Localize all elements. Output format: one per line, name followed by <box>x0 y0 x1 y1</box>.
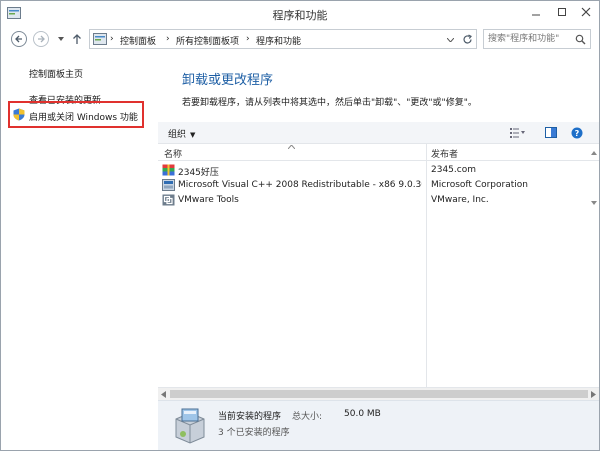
address-bar: › 控制面板 › 所有控制面板项 › 程序和功能 <box>1 27 599 51</box>
organize-label: 组织 <box>168 130 187 140</box>
details-title: 当前安装的程序 <box>218 412 282 422</box>
chevron-down-icon: ▼ <box>190 131 196 139</box>
programs-window: 程序和功能 › 控制面板 › 所有控制面板项 › 程序和功能 搜索"程序和功能"… <box>0 0 600 451</box>
help-icon[interactable]: ? <box>571 127 583 139</box>
program-publisher: Microsoft Corporation <box>431 180 528 190</box>
installer-icon <box>162 179 175 191</box>
preview-pane-icon[interactable] <box>545 127 557 138</box>
vmware-icon <box>162 194 175 206</box>
breadcrumb-separator: › <box>110 34 114 44</box>
close-icon <box>581 7 591 17</box>
breadcrumb-all-items[interactable]: 所有控制面板项 <box>176 34 239 47</box>
page-description: 若要卸载程序，请从列表中将其选中，然后单击"卸载"、"更改"或"修复"。 <box>182 98 477 108</box>
details-pane: 当前安装的程序 总大小: 50.0 MB 3 个已安装的程序 <box>158 400 599 450</box>
address-dropdown-icon[interactable] <box>447 38 454 42</box>
column-header-publisher[interactable]: 发布者 <box>431 147 458 160</box>
column-header-name[interactable]: 名称 <box>164 147 182 160</box>
content-pane: 卸载或更改程序 若要卸载程序，请从列表中将其选中，然后单击"卸载"、"更改"或"… <box>158 52 599 450</box>
title-bar: 程序和功能 <box>1 1 599 26</box>
details-size-label: 总大小: <box>292 412 323 422</box>
details-count: 3 个已安装的程序 <box>218 428 290 438</box>
breadcrumb-programs[interactable]: 程序和功能 <box>256 34 301 47</box>
program-publisher: 2345.com <box>431 165 476 175</box>
search-field <box>483 29 591 49</box>
scroll-down-icon[interactable] <box>591 201 597 205</box>
window-title: 程序和功能 <box>272 9 328 22</box>
archive-icon <box>162 164 175 176</box>
maximize-button[interactable] <box>549 4 575 20</box>
sort-up-icon <box>288 145 295 149</box>
program-publisher: VMware, Inc. <box>431 195 489 205</box>
breadcrumb-separator: › <box>166 34 170 44</box>
scroll-up-icon[interactable] <box>591 151 597 155</box>
minimize-button[interactable] <box>523 4 549 20</box>
arrow-left-icon <box>15 35 22 43</box>
scrollbar-thumb[interactable] <box>170 390 588 398</box>
breadcrumb-separator: › <box>246 34 250 44</box>
breadcrumb-control-panel[interactable]: 控制面板 <box>120 34 156 47</box>
control-panel-home-link[interactable]: 控制面板主页 <box>29 67 83 80</box>
horizontal-scrollbar[interactable] <box>158 387 599 400</box>
left-pane: 控制面板主页 查看已安装的更新 启用或关闭 Windows 功能 <box>1 52 158 450</box>
arrow-right-icon <box>38 35 45 43</box>
installer-box-icon <box>175 408 205 444</box>
up-arrow-icon[interactable] <box>72 33 82 45</box>
program-name: Microsoft Visual C++ 2008 Redistributabl… <box>178 180 422 190</box>
program-row[interactable]: VMware Tools VMware, Inc. <box>158 193 599 208</box>
refresh-icon[interactable] <box>462 34 473 45</box>
program-name: VMware Tools <box>178 195 239 205</box>
close-button[interactable] <box>573 4 599 20</box>
details-size-value: 50.0 MB <box>344 409 381 419</box>
view-options-icon[interactable] <box>510 128 526 138</box>
recent-dropdown-icon[interactable] <box>58 37 64 41</box>
shield-icon <box>13 108 25 121</box>
program-row[interactable]: Microsoft Visual C++ 2008 Redistributabl… <box>158 178 599 193</box>
address-field[interactable]: › 控制面板 › 所有控制面板项 › 程序和功能 <box>89 29 477 49</box>
program-name: 2345好压 <box>178 168 219 178</box>
command-toolbar: 组织 ▼ ? <box>158 122 599 144</box>
search-icon[interactable] <box>575 34 586 45</box>
column-header-row: 名称 发布者 <box>158 144 599 161</box>
search-input[interactable] <box>488 31 576 47</box>
maximize-icon <box>558 8 566 16</box>
program-row[interactable]: 2345好压 2345.com <box>158 163 599 178</box>
forward-button[interactable] <box>33 31 49 47</box>
scroll-right-icon[interactable] <box>591 391 596 398</box>
minimize-icon <box>532 14 540 16</box>
organize-button[interactable]: 组织 ▼ <box>168 127 195 140</box>
page-heading: 卸载或更改程序 <box>182 73 274 88</box>
scroll-left-icon[interactable] <box>161 391 166 398</box>
control-panel-icon <box>93 33 107 45</box>
back-button[interactable] <box>11 31 27 47</box>
svg-text:?: ? <box>575 129 580 138</box>
turn-windows-features-link[interactable]: 启用或关闭 Windows 功能 <box>29 110 138 123</box>
